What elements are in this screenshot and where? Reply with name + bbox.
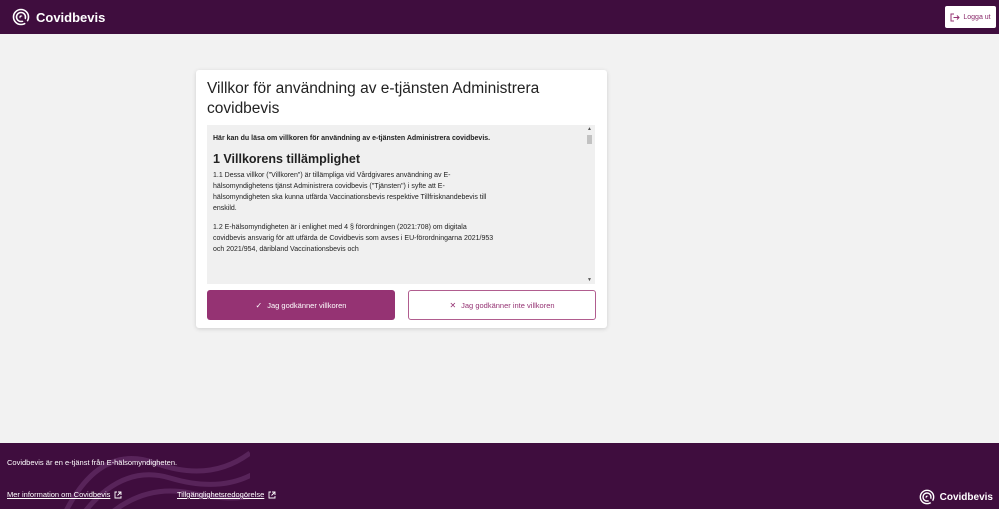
decline-terms-label: Jag godkänner inte villkoren: [461, 300, 555, 310]
logout-icon: [950, 13, 961, 21]
top-header: Covidbevis Logga ut: [0, 0, 999, 34]
external-link-icon: [268, 491, 276, 498]
scroll-up-arrow-icon[interactable]: ▲: [587, 126, 592, 132]
terms-paragraph-1: 1.1 Dessa villkor ("Villkoren") är tillä…: [213, 172, 487, 212]
accessibility-link-label: Tillgänglighetsredogörelse: [177, 490, 265, 499]
more-info-link[interactable]: Mer information om Covidbevis: [7, 490, 122, 499]
decline-terms-button[interactable]: ✕ Jag godkänner inte villkoren: [408, 290, 596, 320]
footer-brand: Covidbevis: [919, 489, 993, 505]
accept-terms-label: Jag godkänner villkoren: [267, 300, 347, 310]
covidbevis-logo-icon: [12, 8, 30, 26]
header-brand[interactable]: Covidbevis: [12, 8, 105, 26]
footer-description: Covidbevis är en e-tjänst från E-hälsomy…: [7, 458, 178, 467]
terms-scroll-area[interactable]: Här kan du läsa om villkoren för användn…: [207, 125, 595, 284]
terms-section-heading: 1 Villkorens tillämplighet: [213, 152, 361, 166]
external-link-icon: [114, 491, 122, 498]
checkmark-icon: ✓: [255, 300, 263, 310]
page-title: Villkor för användning av e-tjänsten Adm…: [207, 80, 540, 117]
terms-card: Villkor för användning av e-tjänsten Adm…: [196, 70, 607, 328]
footer-brand-label: Covidbevis: [939, 491, 993, 503]
scrollbar-thumb[interactable]: [587, 135, 592, 144]
more-info-link-label: Mer information om Covidbevis: [7, 490, 111, 499]
logout-button[interactable]: Logga ut: [945, 6, 996, 28]
terms-scrollbar[interactable]: ▲ ▼: [584, 125, 595, 284]
logout-label: Logga ut: [963, 13, 991, 21]
scroll-down-arrow-icon[interactable]: ▼: [587, 277, 592, 283]
covidbevis-logo-icon: [919, 489, 935, 505]
page-footer: Covidbevis är en e-tjänst från E-hälsomy…: [0, 443, 999, 509]
terms-content: Här kan du läsa om villkoren för användn…: [207, 125, 595, 255]
accept-terms-button[interactable]: ✓ Jag godkänner villkoren: [207, 290, 395, 320]
footer-decorative-pattern: [64, 450, 250, 509]
close-icon: ✕: [449, 300, 457, 310]
header-brand-label: Covidbevis: [36, 9, 106, 25]
accessibility-statement-link[interactable]: Tillgänglighetsredogörelse: [177, 490, 276, 499]
terms-intro: Här kan du läsa om villkoren för användn…: [213, 135, 491, 142]
terms-paragraph-2: 1.2 E-hälsomyndigheten är i enlighet med…: [213, 224, 494, 253]
